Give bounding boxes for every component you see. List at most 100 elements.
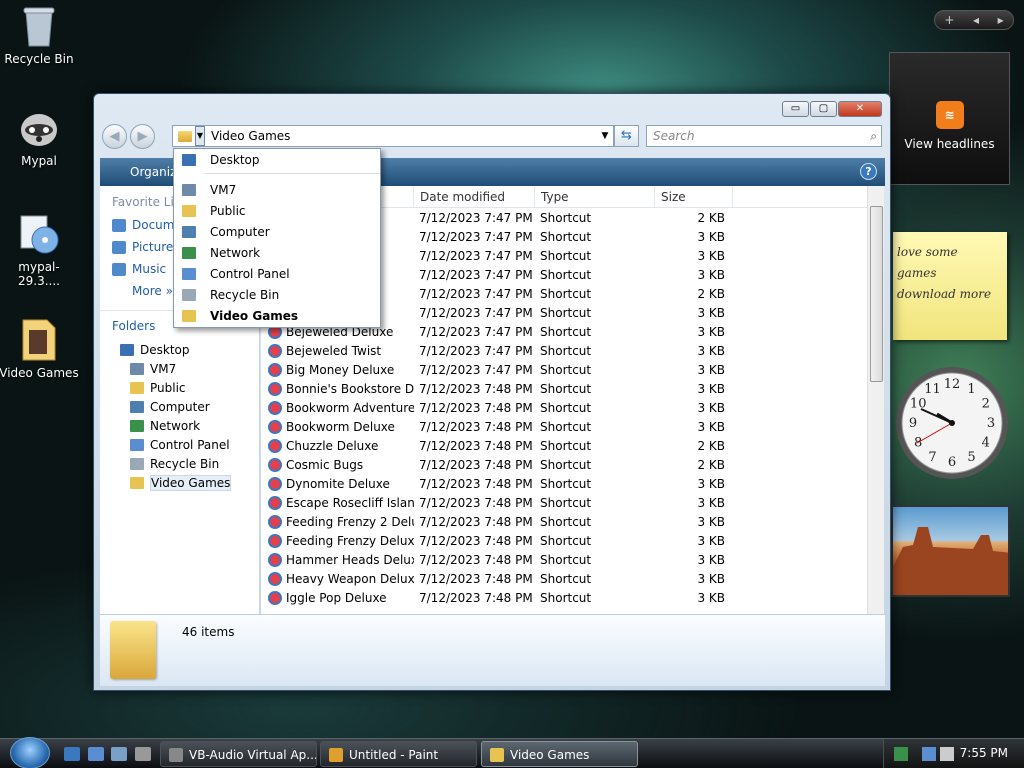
file-row[interactable]: Dynomite Deluxe 7/12/2023 7:48 PM Shortcut… <box>261 474 884 493</box>
organize-button[interactable]: Organize <box>100 165 184 179</box>
task-label: VB-Audio Virtual Ap... <box>189 748 317 762</box>
file-date: 7/12/2023 7:48 PM <box>419 552 533 567</box>
close-button[interactable]: ✕ <box>838 101 882 117</box>
dropdown-item-label: Desktop <box>210 152 260 167</box>
app-icon <box>490 748 504 762</box>
vertical-scrollbar[interactable] <box>867 186 884 614</box>
clock-numeral: 4 <box>982 436 990 451</box>
forward-button[interactable]: ▶ <box>130 124 155 149</box>
network-icon[interactable] <box>922 747 936 761</box>
minimize-button[interactable]: ▭ <box>782 101 809 117</box>
dropdown-item[interactable]: Network <box>174 242 380 263</box>
desktop-icon-video-games[interactable]: Video Games <box>0 318 80 380</box>
file-size: 3 KB <box>697 362 725 377</box>
address-history-button[interactable]: ▼ <box>597 131 613 141</box>
file-type: Shortcut <box>540 457 592 472</box>
column-header-size[interactable]: Size <box>655 186 733 207</box>
file-date: 7/12/2023 7:47 PM <box>419 343 533 358</box>
desktop-icon-recycle-bin[interactable]: Recycle Bin <box>0 4 80 66</box>
scroll-thumb[interactable] <box>870 206 883 382</box>
file-date: 7/12/2023 7:47 PM <box>419 324 533 339</box>
file-row[interactable]: Bonnie's Bookstore Del... 7/12/2023 7:48 … <box>261 379 884 398</box>
file-row[interactable]: Iggle Pop Deluxe 7/12/2023 7:48 PM Shortcu… <box>261 588 884 607</box>
file-name: Cosmic Bugs <box>286 457 364 472</box>
search-icon[interactable]: ⌕ <box>870 126 877 146</box>
landscape-image <box>893 527 1008 595</box>
dropdown-item[interactable]: Recycle Bin <box>174 284 380 305</box>
file-name: Bookworm Deluxe <box>286 419 395 434</box>
tray-app-icon[interactable] <box>894 747 908 761</box>
mypal-quicklaunch-icon[interactable] <box>135 747 151 761</box>
desktop-icon-label: Mypal <box>21 154 57 168</box>
tree-item[interactable]: Desktop <box>120 340 259 359</box>
volume-muted-icon[interactable] <box>940 747 954 761</box>
dropdown-item[interactable]: Control Panel <box>174 263 380 284</box>
maximize-button[interactable]: ▢ <box>810 101 837 117</box>
file-row[interactable]: Escape Rosecliff Island 7/12/2023 7:48 PM… <box>261 493 884 512</box>
folder-icon <box>178 130 192 142</box>
file-row[interactable]: Bejeweled Twist 7/12/2023 7:47 PM Shortcut… <box>261 341 884 360</box>
file-row[interactable]: Big Money Deluxe 7/12/2023 7:47 PM Shortcu… <box>261 360 884 379</box>
dropdown-item[interactable]: Computer <box>174 221 380 242</box>
dropdown-item[interactable]: VM7 <box>174 179 380 200</box>
help-icon[interactable]: ? <box>860 163 877 180</box>
file-name: Heavy Weapon Deluxe <box>286 571 414 586</box>
file-name: Hammer Heads Deluxe <box>286 552 414 567</box>
address-bar[interactable]: ▼ Video Games ▼ <box>172 125 614 147</box>
file-row[interactable]: Hammer Heads Deluxe 7/12/2023 7:48 PM Shor… <box>261 550 884 569</box>
file-name: Iggle Pop Deluxe <box>286 590 387 605</box>
feed-label: View headlines <box>904 137 995 151</box>
location-icon <box>182 267 196 280</box>
tree-item[interactable]: Control Panel <box>120 435 259 454</box>
sidebar-controls[interactable]: + ◂ ▸ <box>934 10 1014 30</box>
taskbar-button[interactable]: Untitled - Paint <box>320 741 477 767</box>
tree-item[interactable]: Video Games <box>120 473 259 492</box>
address-text[interactable]: Video Games <box>211 129 597 143</box>
internet-explorer-icon[interactable] <box>64 747 80 761</box>
switch-windows-icon[interactable] <box>111 747 127 761</box>
file-row[interactable]: Cosmic Bugs 7/12/2023 7:48 PM Shortcut 2 KB <box>261 455 884 474</box>
tree-item[interactable]: Public <box>120 378 259 397</box>
file-row[interactable]: Bookworm Adventures... 7/12/2023 7:48 PM S… <box>261 398 884 417</box>
file-row[interactable]: Bookworm Deluxe 7/12/2023 7:48 PM Shortcut… <box>261 417 884 436</box>
location-icon <box>182 204 196 217</box>
tree-item[interactable]: VM7 <box>120 359 259 378</box>
tree-item-label: Recycle Bin <box>150 456 220 471</box>
file-row[interactable]: Feeding Frenzy 2 Deluxe 7/12/2023 7:48 PM… <box>261 512 884 531</box>
desktop-icon-mypal-installer[interactable]: mypal-29.3.... <box>0 212 80 288</box>
tree-item[interactable]: Recycle Bin <box>120 454 259 473</box>
file-row[interactable]: Chuzzle Deluxe 7/12/2023 7:48 PM Shortcut 2… <box>261 436 884 455</box>
prev-icon[interactable]: ◂ <box>973 13 979 27</box>
column-header-date[interactable]: Date modified <box>414 186 535 207</box>
breadcrumb-dropdown-button[interactable]: ▼ <box>195 126 205 146</box>
desktop-icon-mypal[interactable]: Mypal <box>0 106 80 168</box>
file-row[interactable]: Feeding Frenzy Deluxe 7/12/2023 7:48 PM Sh… <box>261 531 884 550</box>
dropdown-item[interactable]: Video Games <box>174 305 380 326</box>
file-date: 7/12/2023 7:48 PM <box>419 438 533 453</box>
tree-item[interactable]: Computer <box>120 397 259 416</box>
refresh-button[interactable]: ⇆ <box>614 125 639 147</box>
tree-item[interactable]: Network <box>120 416 259 435</box>
file-row[interactable]: Heavy Weapon Deluxe 7/12/2023 7:48 PM Shor… <box>261 569 884 588</box>
file-date: 7/12/2023 7:48 PM <box>419 457 533 472</box>
feed-headlines-gadget[interactable]: ≋ View headlines <box>889 52 1010 185</box>
dropdown-item[interactable]: Desktop <box>174 149 380 170</box>
add-gadget-icon[interactable]: + <box>944 13 954 27</box>
back-button[interactable]: ◀ <box>102 124 127 149</box>
search-input[interactable]: Search ⌕ <box>646 125 882 147</box>
notes-gadget[interactable]: love some games download more <box>893 232 1007 340</box>
game-shortcut-icon <box>268 362 282 377</box>
show-desktop-icon[interactable] <box>88 747 104 761</box>
slideshow-gadget[interactable] <box>891 505 1010 597</box>
clock-gadget[interactable]: 12 12 3 45678 9 1011 <box>893 364 1011 482</box>
taskbar-button[interactable]: Video Games <box>481 741 638 767</box>
column-header-type[interactable]: Type <box>535 186 655 207</box>
dropdown-item[interactable]: Public <box>174 200 380 221</box>
taskbar-button[interactable]: VB-Audio Virtual Ap... <box>160 741 317 767</box>
tree-item-label: Video Games <box>150 474 232 491</box>
folder-icon <box>130 419 144 432</box>
clock-time[interactable]: 7:55 PM <box>960 746 1008 760</box>
start-button[interactable] <box>10 737 50 768</box>
clock-numeral: 11 <box>924 382 941 397</box>
next-icon[interactable]: ▸ <box>998 13 1004 27</box>
